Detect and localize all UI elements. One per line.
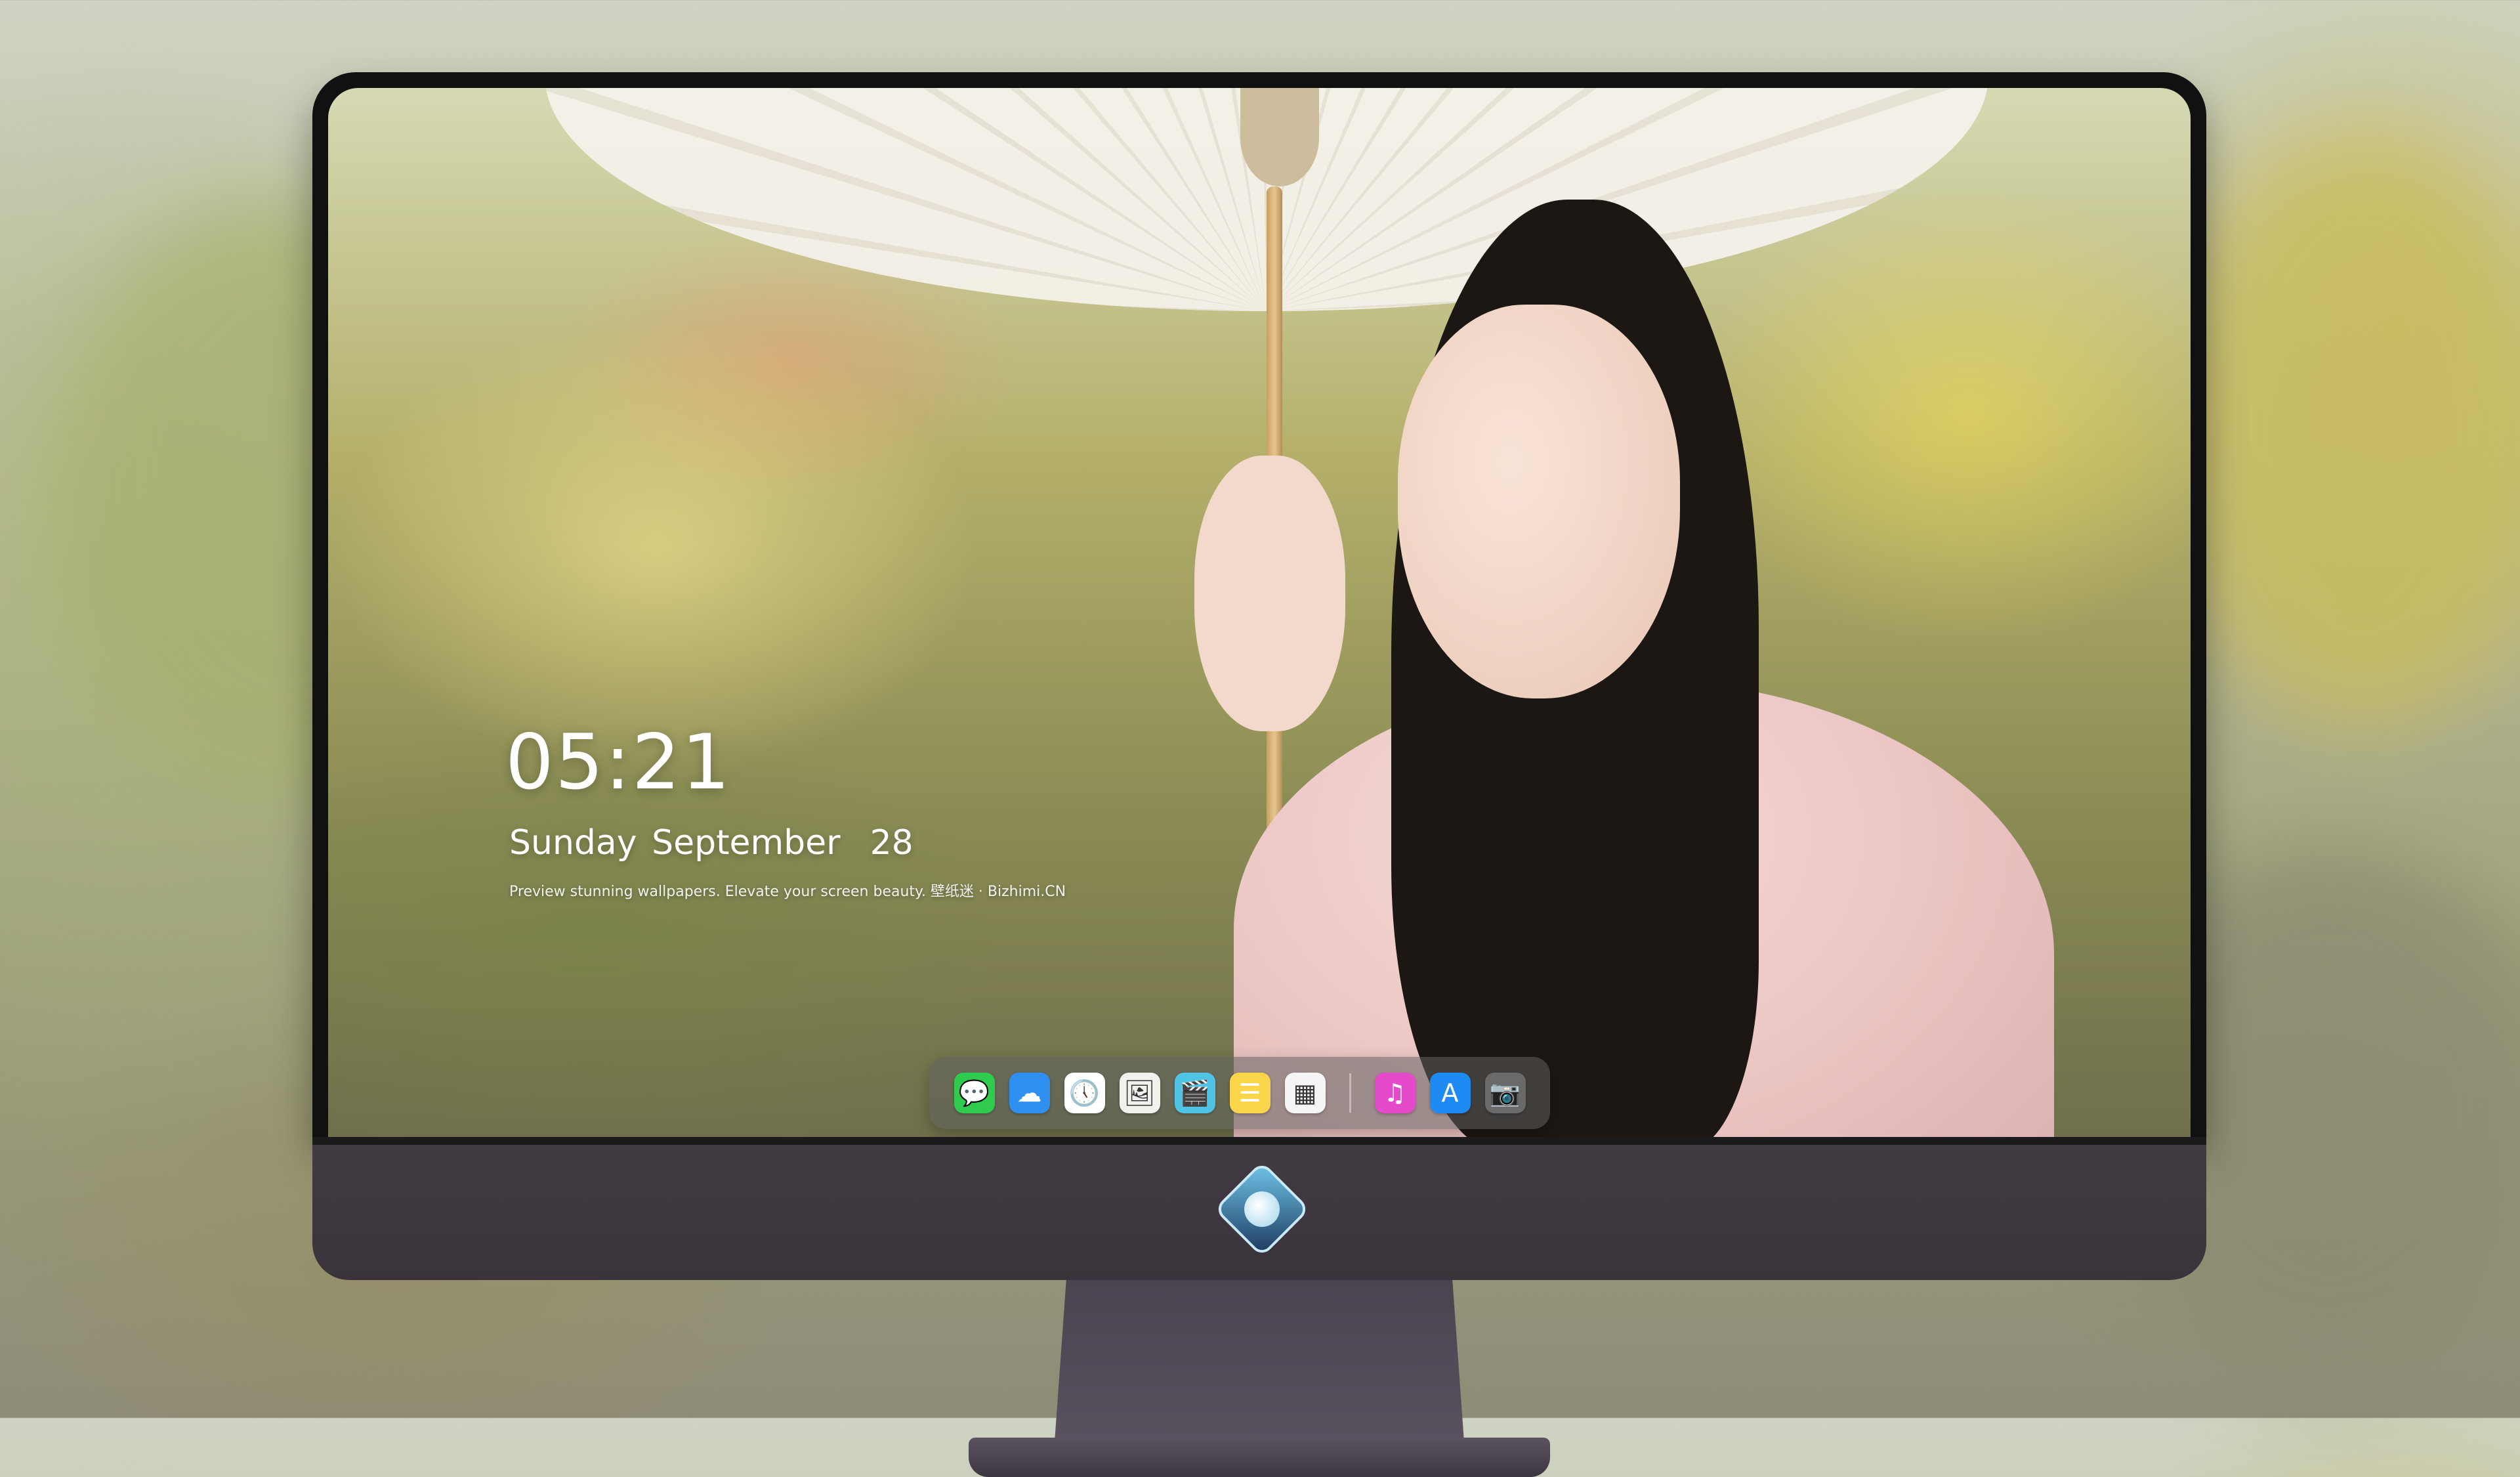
messages-icon[interactable]: 💬	[954, 1073, 995, 1113]
wallpaper-face	[1398, 305, 1680, 698]
wallpaper-parasol-hub	[1240, 88, 1319, 186]
monitor-stand-neck	[1054, 1280, 1465, 1451]
wallpaper-hand	[1194, 456, 1345, 731]
clapper-icon[interactable]: 🎬	[1174, 1073, 1215, 1113]
lock-screen[interactable]: 05:21 Sunday September 28 Preview stunni…	[328, 88, 2191, 1137]
camera-icon[interactable]: 📷	[1484, 1073, 1526, 1113]
notes-icon[interactable]: ☰	[1229, 1073, 1270, 1113]
dock-separator	[1349, 1073, 1351, 1113]
wallpaper-tagline: Preview stunning wallpapers. Elevate you…	[509, 884, 1066, 900]
lock-clock-date: Sunday September 28	[509, 823, 914, 863]
clock-icon[interactable]: 🕔	[1064, 1073, 1105, 1113]
lock-clock-time: 05:21	[505, 718, 732, 807]
weather-icon[interactable]: ☁	[1009, 1073, 1050, 1113]
monitor: 05:21 Sunday September 28 Preview stunni…	[312, 72, 2206, 1477]
monitor-stand-base	[969, 1438, 1550, 1477]
monitor-chin-edge	[312, 1137, 2206, 1145]
preview-icon[interactable]: 🖼	[1119, 1073, 1160, 1113]
dock: 💬 ☁ 🕔 🖼 🎬 ☰ ▦ ♫ A 📷	[929, 1057, 1550, 1129]
photo-booth-icon[interactable]: ▦	[1284, 1073, 1326, 1113]
music-icon[interactable]: ♫	[1374, 1073, 1416, 1113]
app-store-icon[interactable]: A	[1429, 1073, 1471, 1113]
dragon-emblem-center	[1244, 1191, 1280, 1227]
